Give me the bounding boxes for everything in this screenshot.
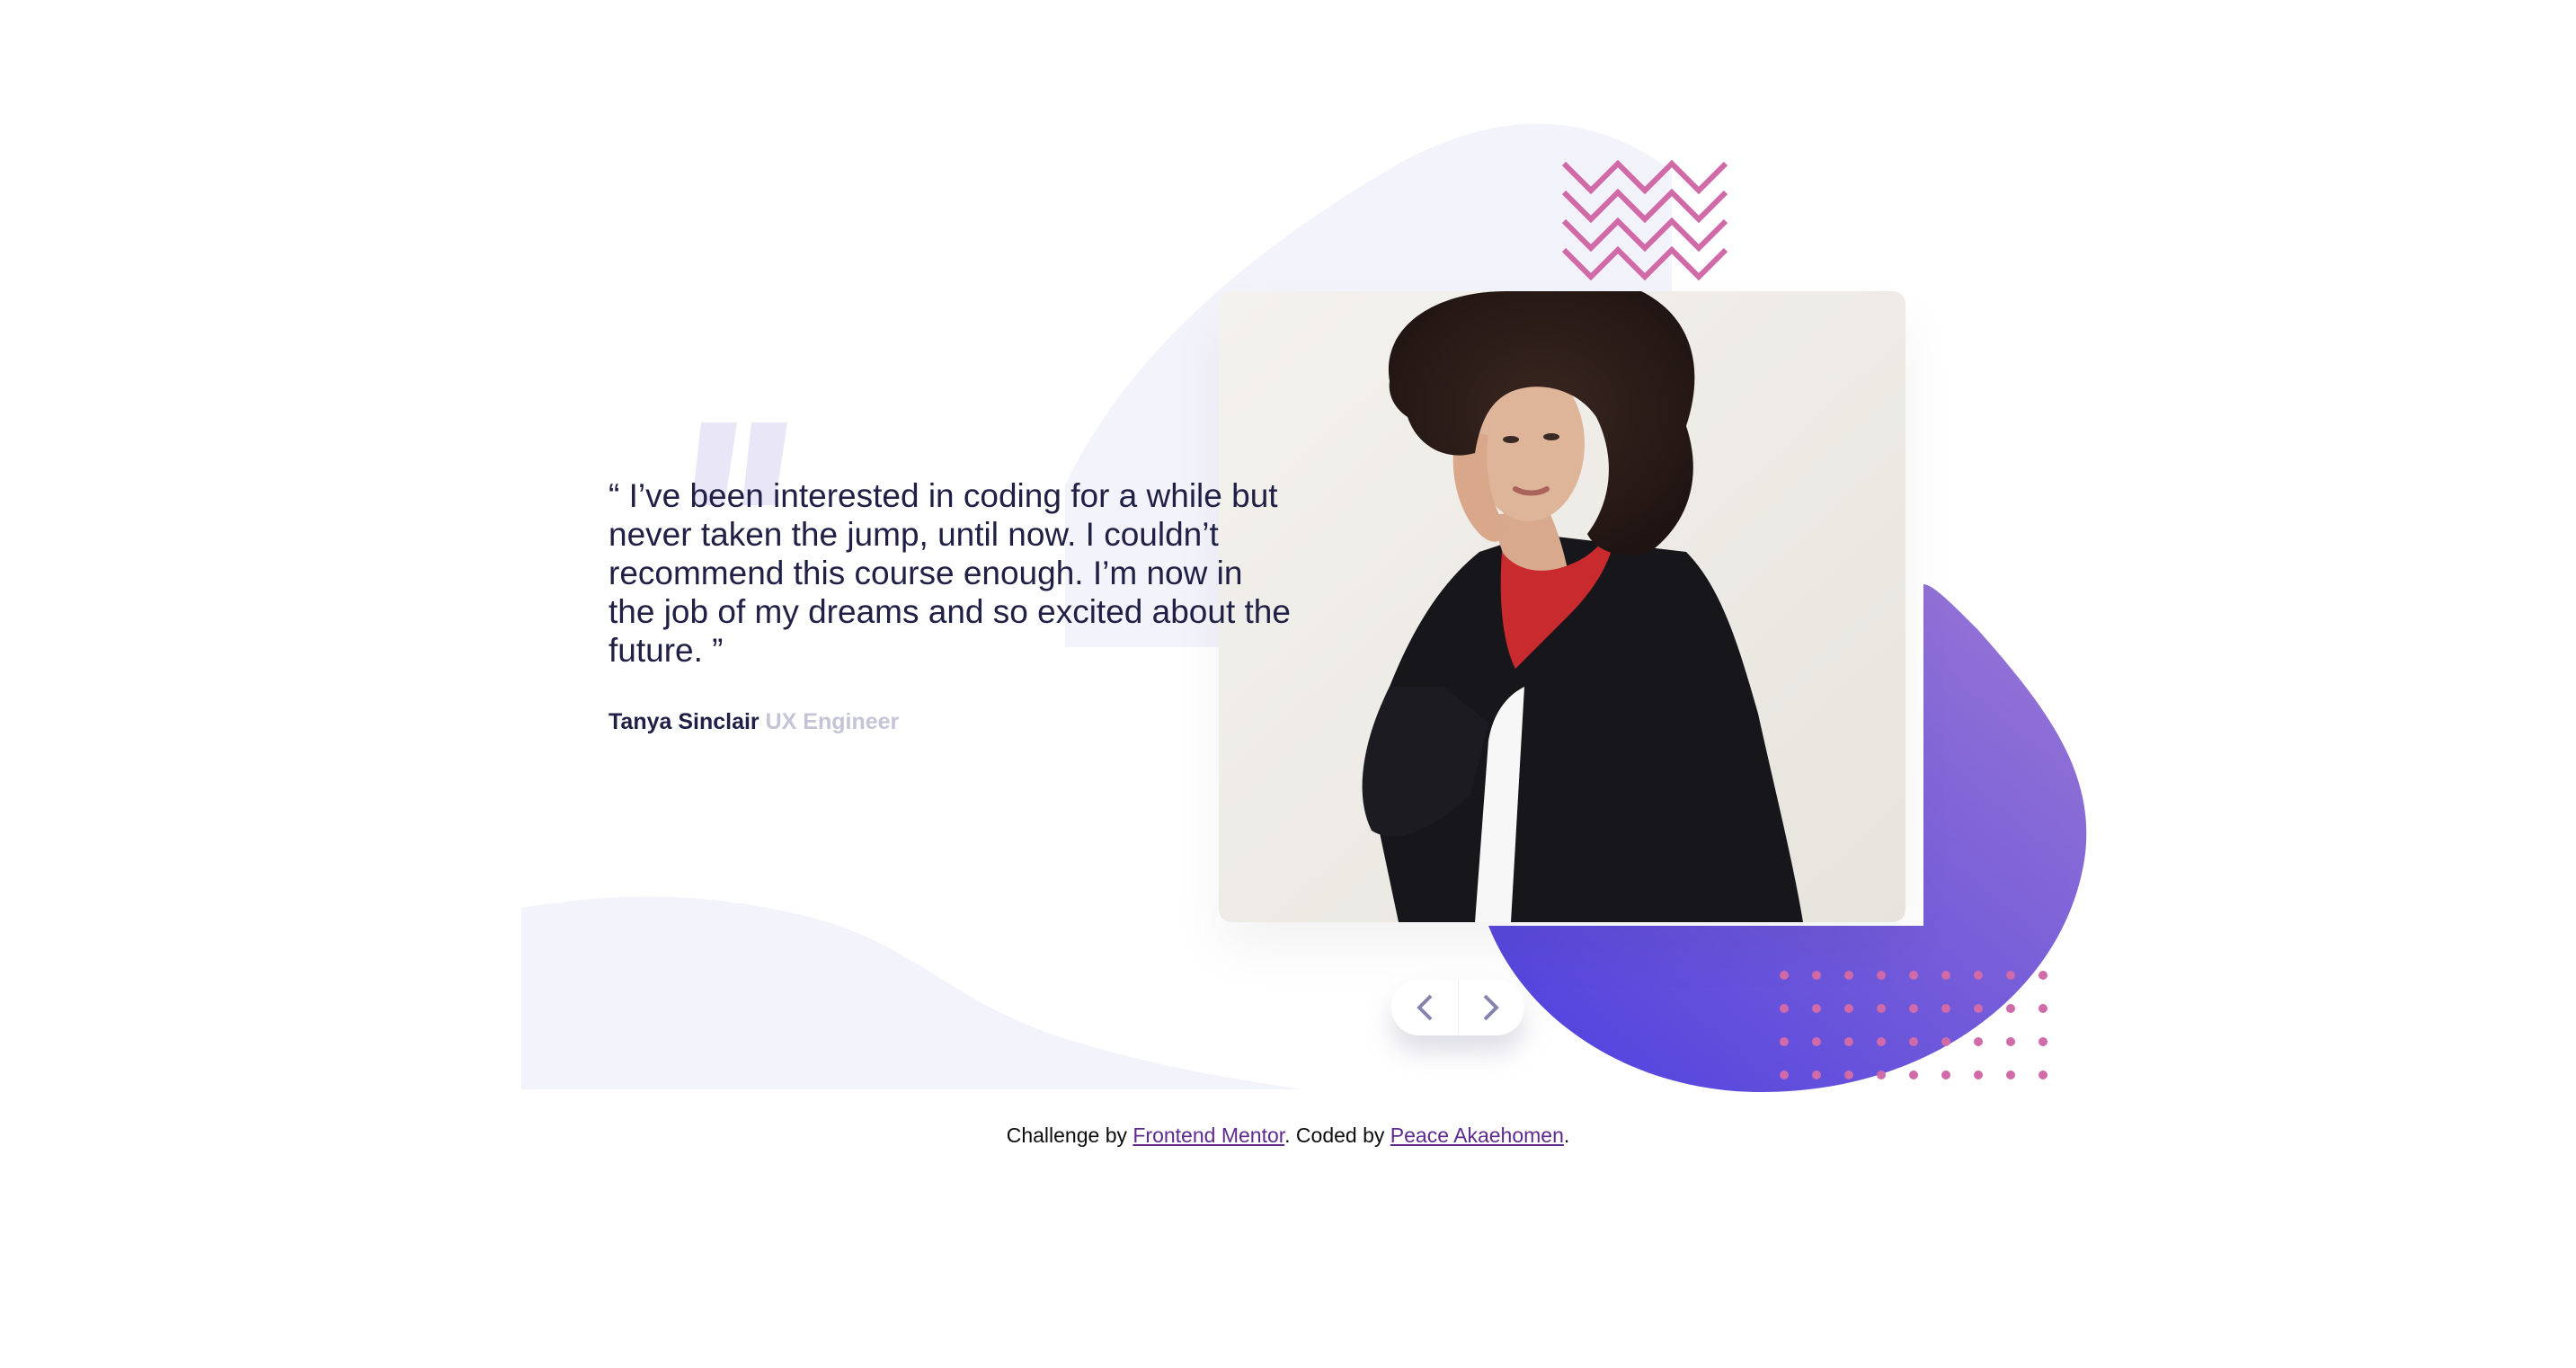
page: “ I’ve been interested in coding for a w…: [0, 0, 2576, 1368]
testimonial-quote: “ I’ve been interested in coding for a w…: [608, 477, 1291, 669]
lavender-wave: [521, 896, 1303, 1089]
author-line: Tanya Sinclair UX Engineer: [608, 709, 1292, 735]
attribution-suffix: .: [1563, 1124, 1570, 1147]
attribution: Challenge by Frontend Mentor. Coded by P…: [0, 1124, 2576, 1148]
prev-button[interactable]: [1391, 980, 1458, 1035]
next-button[interactable]: [1457, 980, 1525, 1035]
author-name: Tanya Sinclair: [608, 709, 759, 734]
testimonial-photo: [1219, 291, 1905, 922]
frontend-mentor-link[interactable]: Frontend Mentor: [1133, 1124, 1284, 1147]
slider-navigation: [1391, 980, 1524, 1035]
testimonial: “ I’ve been interested in coding for a w…: [608, 476, 1292, 735]
chevron-right-icon: [1483, 994, 1500, 1021]
author-link[interactable]: Peace Akaehomen: [1390, 1124, 1564, 1147]
chevron-left-icon: [1416, 994, 1433, 1021]
author-role: UX Engineer: [765, 709, 900, 734]
attribution-prefix: Challenge by: [1006, 1124, 1133, 1147]
attribution-middle: . Coded by: [1284, 1124, 1390, 1147]
